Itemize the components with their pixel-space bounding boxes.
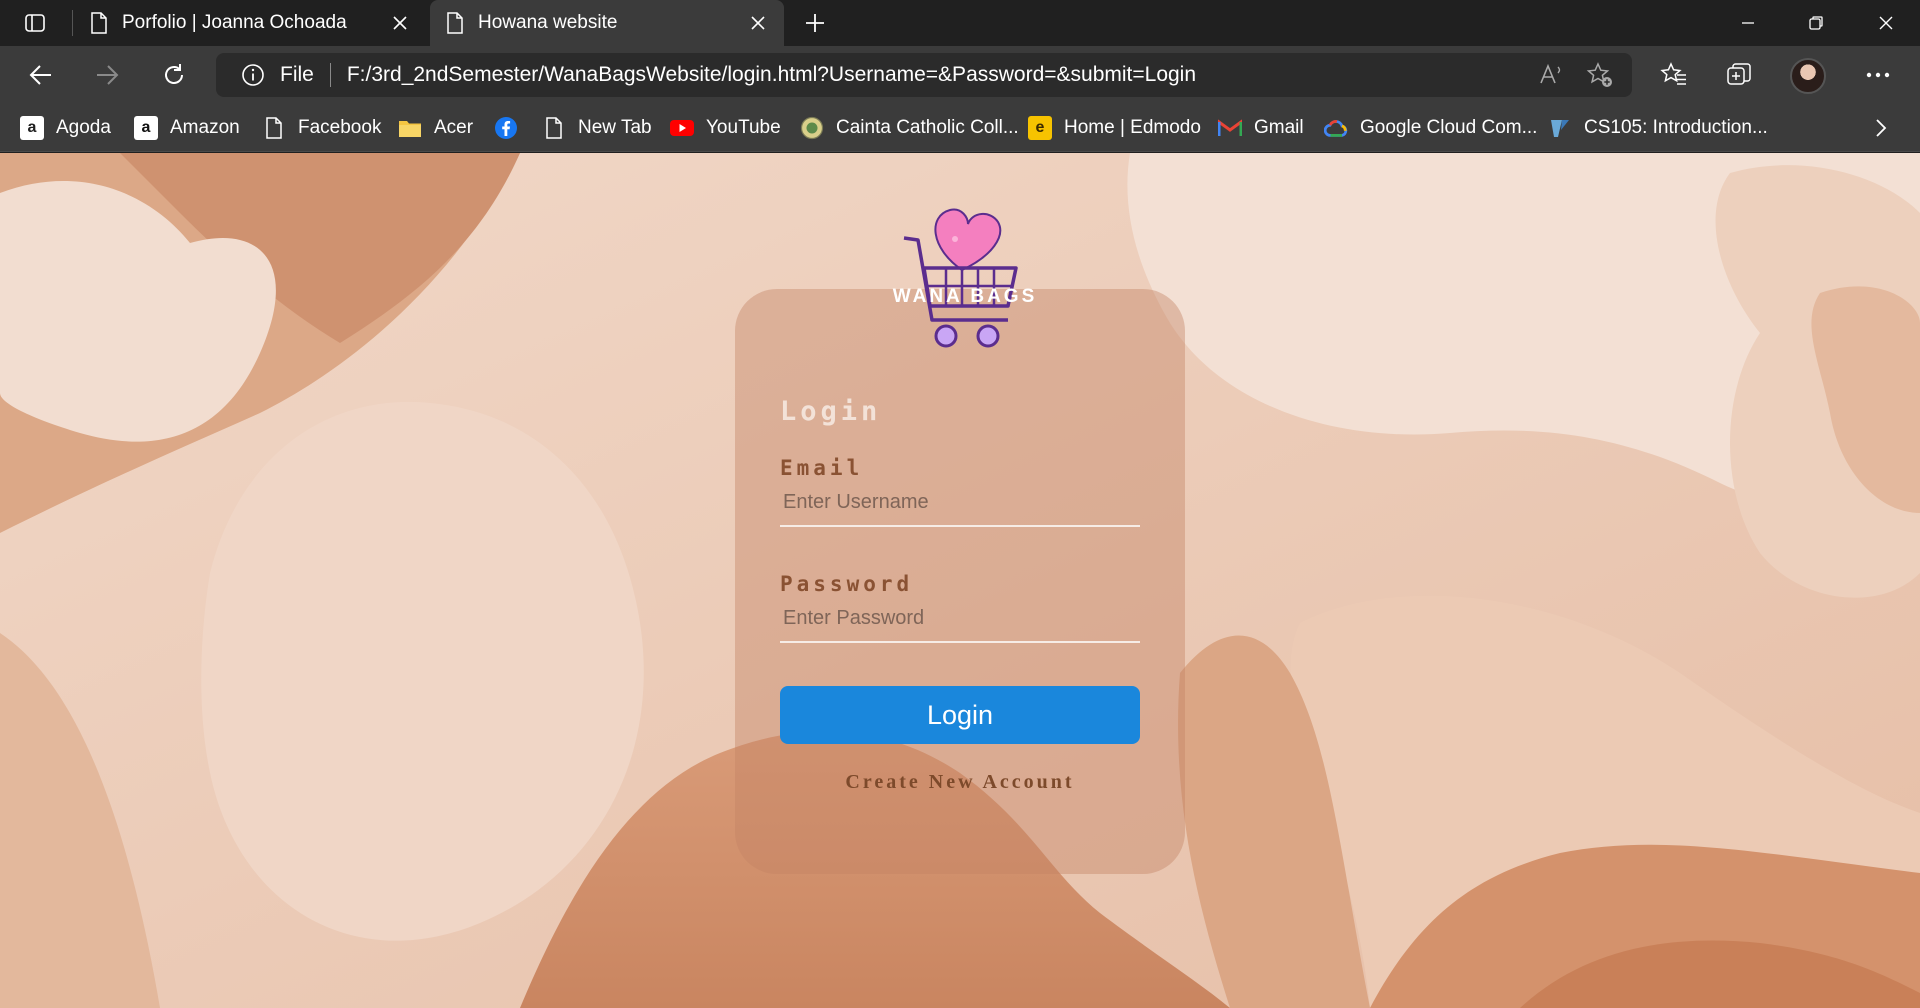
read-aloud-icon (1540, 63, 1561, 84)
bookmark-label: Cainta Catholic Coll... (836, 117, 1019, 138)
bookmark-facebook-icon-only[interactable] (494, 104, 530, 152)
agoda-icon: a (20, 116, 44, 140)
new-tab-button[interactable] (795, 0, 835, 46)
bookmark-edmodo[interactable]: e Home | Edmodo (1028, 104, 1201, 152)
edmodo-icon: e (1028, 116, 1052, 140)
bookmark-google-cloud[interactable]: Google Cloud Com... (1324, 104, 1537, 152)
navigation-bar: File F:/3rd_2ndSemester/WanaBagsWebsite/… (0, 46, 1920, 104)
read-aloud-button[interactable] (1530, 53, 1574, 97)
amazon-icon: a (134, 116, 158, 140)
login-heading: Login (780, 396, 882, 427)
tab-actions-icon (25, 14, 45, 32)
refresh-icon (165, 64, 183, 84)
scheme-label: File (280, 63, 314, 86)
password-label: Password (780, 572, 914, 596)
google-cloud-icon (1324, 116, 1348, 140)
bookmark-label: Amazon (170, 117, 240, 138)
restore-icon (1809, 16, 1823, 30)
more-bookmarks-button[interactable] (1866, 104, 1896, 152)
address-bar[interactable]: File F:/3rd_2ndSemester/WanaBagsWebsite/… (216, 53, 1632, 97)
back-button[interactable] (18, 52, 64, 98)
page-icon (262, 116, 286, 140)
bookmarks-bar: a Agoda a Amazon Facebook Acer New Tab Y… (0, 104, 1920, 152)
youtube-icon (670, 116, 694, 140)
forward-button[interactable] (84, 52, 130, 98)
folder-icon (398, 116, 422, 140)
password-input[interactable] (780, 595, 1140, 643)
address-separator (329, 63, 331, 87)
shopping-cart-heart-logo (903, 208, 1018, 348)
bookmark-label: Facebook (298, 117, 382, 138)
site-info-icon[interactable] (240, 62, 266, 88)
chevron-right-icon (1876, 119, 1887, 137)
create-account-link[interactable]: Create New Account (780, 771, 1140, 794)
bookmark-facebook[interactable]: Facebook (262, 104, 381, 152)
forward-arrow-icon (97, 65, 119, 85)
page-icon (542, 116, 566, 140)
username-input[interactable] (780, 479, 1140, 527)
bookmark-label: Agoda (56, 117, 111, 138)
collections-icon (1727, 63, 1751, 85)
facebook-icon (494, 116, 518, 140)
course-icon (1548, 116, 1572, 140)
favorites-button[interactable] (1651, 52, 1697, 98)
favorites-icon (1660, 62, 1686, 85)
profile-avatar[interactable] (1790, 58, 1826, 94)
bookmark-label: Home | Edmodo (1064, 117, 1201, 138)
close-tab-icon[interactable] (748, 13, 768, 33)
bookmark-cainta-catholic[interactable]: Cainta Catholic Coll... (800, 104, 1019, 152)
school-seal-icon (800, 116, 824, 140)
login-button[interactable]: Login (780, 686, 1140, 744)
page-viewport: WANA BAGS Login Email Password Login Cre… (0, 153, 1920, 1008)
bookmark-gmail[interactable]: Gmail (1218, 104, 1304, 152)
bookmark-label: Gmail (1254, 117, 1304, 138)
browser-title-bar: Porfolio | Joanna Ochoada Howana website (0, 0, 1920, 46)
more-icon (1866, 72, 1890, 78)
close-tab-icon[interactable] (390, 13, 410, 33)
gmail-icon (1218, 116, 1242, 140)
bookmark-youtube[interactable]: YouTube (670, 104, 781, 152)
minimize-icon (1742, 22, 1754, 24)
restore-button[interactable] (1782, 0, 1850, 46)
bookmark-cs105[interactable]: CS105: Introduction... (1548, 104, 1768, 152)
tab-howana-website[interactable]: Howana website (430, 0, 784, 46)
bookmark-label: Acer (434, 117, 474, 138)
bookmark-new-tab[interactable]: New Tab (542, 104, 652, 152)
bookmark-label: YouTube (706, 117, 781, 138)
page-icon (91, 12, 107, 34)
bookmark-label: Google Cloud Com... (1360, 117, 1538, 138)
page-icon (447, 12, 463, 34)
tab-separator (72, 10, 73, 36)
minimize-button[interactable] (1714, 0, 1782, 46)
collections-button[interactable] (1716, 52, 1762, 98)
email-label: Email (780, 456, 864, 480)
close-window-button[interactable] (1852, 0, 1920, 46)
url-text[interactable]: F:/3rd_2ndSemester/WanaBagsWebsite/login… (347, 63, 1196, 87)
tab-portfolio[interactable]: Porfolio | Joanna Ochoada (74, 0, 426, 46)
refresh-button[interactable] (151, 52, 197, 98)
tab-title: Howana website (478, 12, 618, 33)
settings-more-button[interactable] (1855, 52, 1901, 98)
add-favorite-button[interactable] (1578, 53, 1622, 97)
tab-title: Porfolio | Joanna Ochoada (122, 12, 347, 33)
bookmark-agoda[interactable]: a Agoda (20, 104, 111, 152)
brand-name: WANA BAGS (892, 286, 1038, 307)
plus-icon (806, 14, 824, 32)
bookmark-amazon[interactable]: a Amazon (134, 104, 240, 152)
bookmark-label: CS105: Introduction... (1584, 117, 1768, 138)
star-add-icon (1586, 62, 1612, 87)
bookmark-label: New Tab (578, 117, 652, 138)
close-icon (1879, 16, 1893, 30)
bookmark-acer-folder[interactable]: Acer (398, 104, 473, 152)
tab-actions-button[interactable] (10, 0, 60, 46)
back-arrow-icon (29, 65, 51, 85)
